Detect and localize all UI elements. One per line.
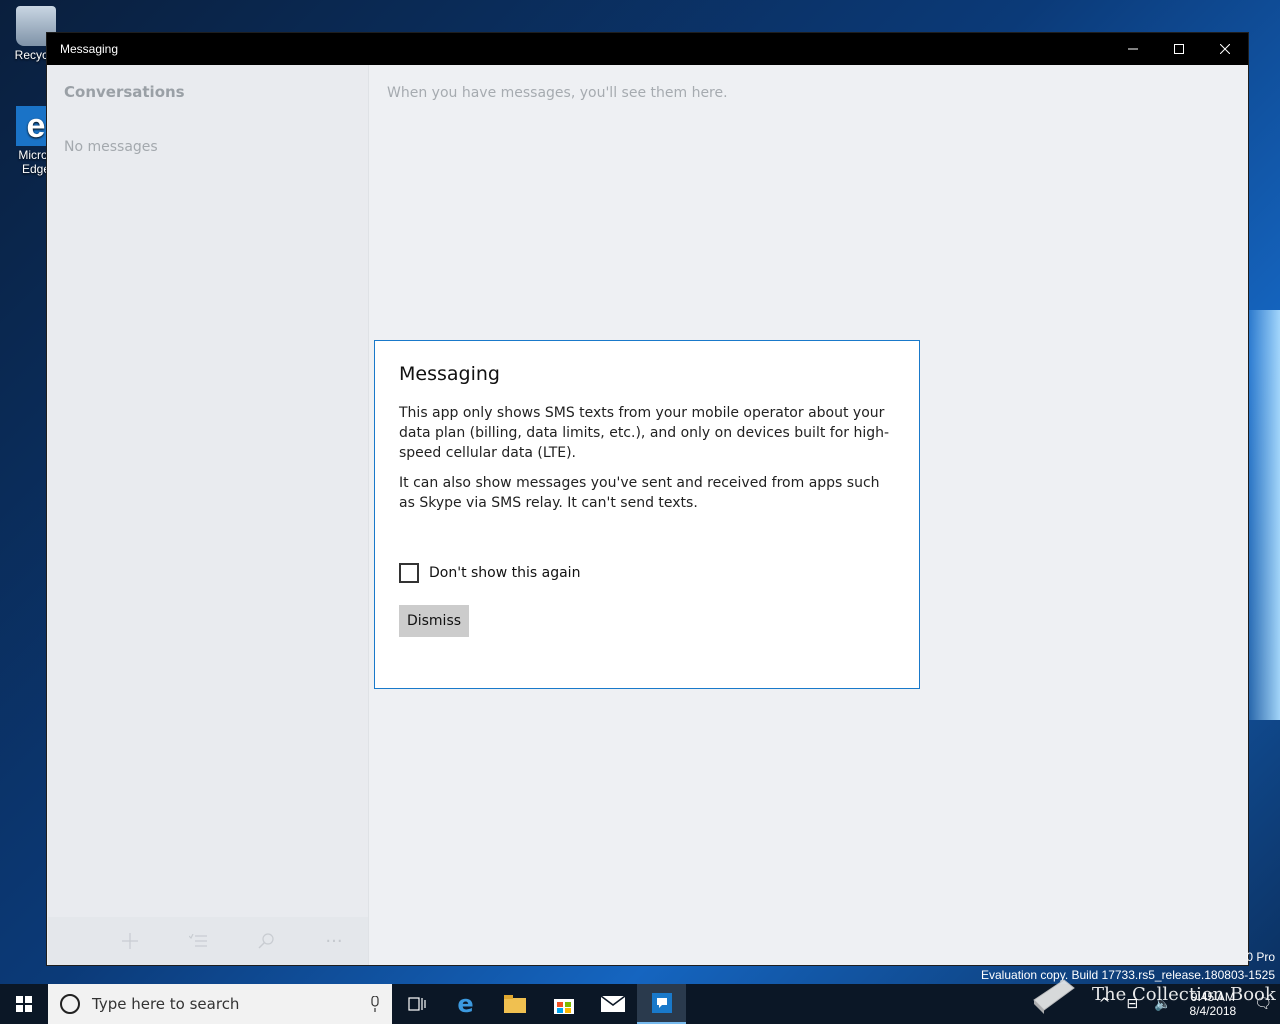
dont-show-again-label[interactable]: Don't show this again (429, 565, 580, 581)
conversations-toolbar: ··· (48, 917, 368, 965)
cortana-icon (60, 994, 80, 1014)
collection-book-text: The Collection Book (1092, 983, 1276, 1005)
dismiss-button[interactable]: Dismiss (399, 605, 469, 637)
close-button[interactable] (1202, 33, 1248, 65)
edge-icon: e (457, 990, 474, 1018)
dialog-paragraph-1: This app only shows SMS texts from your … (399, 405, 890, 461)
dialog-paragraph-2: It can also show messages you've sent an… (399, 475, 880, 511)
edge-taskbar-button[interactable]: e (441, 984, 490, 1024)
more-button[interactable]: ··· (300, 917, 368, 965)
title-bar[interactable]: Messaging (47, 33, 1248, 65)
search-placeholder: Type here to search (92, 995, 240, 1013)
search-icon (258, 933, 274, 949)
minimize-icon (1128, 48, 1138, 50)
start-button[interactable] (0, 984, 48, 1024)
dont-show-again-checkbox[interactable] (399, 563, 419, 583)
maximize-button[interactable] (1156, 33, 1202, 65)
messaging-info-dialog: Messaging This app only shows SMS texts … (374, 340, 920, 689)
close-icon (1220, 44, 1230, 54)
file-explorer-icon (503, 995, 526, 1013)
task-view-icon (407, 997, 426, 1011)
new-message-button[interactable] (96, 917, 164, 965)
messaging-icon (651, 993, 672, 1013)
more-icon: ··· (325, 930, 343, 952)
window-title: Messaging (60, 42, 119, 56)
mail-button[interactable] (588, 984, 637, 1024)
dont-show-again-row[interactable]: Don't show this again (399, 563, 580, 583)
messaging-taskbar-button[interactable] (637, 984, 686, 1024)
dialog-title: Messaging (399, 363, 500, 385)
task-view-button[interactable] (392, 984, 441, 1024)
taskbar-search-box[interactable]: Type here to search (48, 984, 392, 1024)
select-button[interactable] (164, 917, 232, 965)
conversations-heading: Conversations (64, 83, 185, 101)
empty-message-placeholder: When you have messages, you'll see them … (387, 85, 728, 101)
mail-icon (600, 996, 625, 1012)
file-explorer-button[interactable] (490, 984, 539, 1024)
select-icon (189, 934, 207, 947)
maximize-icon (1174, 44, 1184, 54)
store-button[interactable] (539, 984, 588, 1024)
search-button[interactable] (232, 917, 300, 965)
add-icon (122, 933, 138, 949)
conversations-pane: Conversations No messages ··· (48, 65, 369, 965)
collection-book-logo: The Collection Book (1030, 974, 1276, 1014)
minimize-button[interactable] (1110, 33, 1156, 65)
microphone-icon[interactable] (370, 996, 380, 1012)
no-messages-text: No messages (64, 139, 158, 155)
store-icon (553, 999, 574, 1014)
wallpaper-window-logo (1246, 310, 1280, 720)
windows-logo-icon (16, 996, 32, 1012)
edition-watermark: 0 Pro (1246, 950, 1275, 964)
book-logo-icon (1033, 979, 1075, 1014)
